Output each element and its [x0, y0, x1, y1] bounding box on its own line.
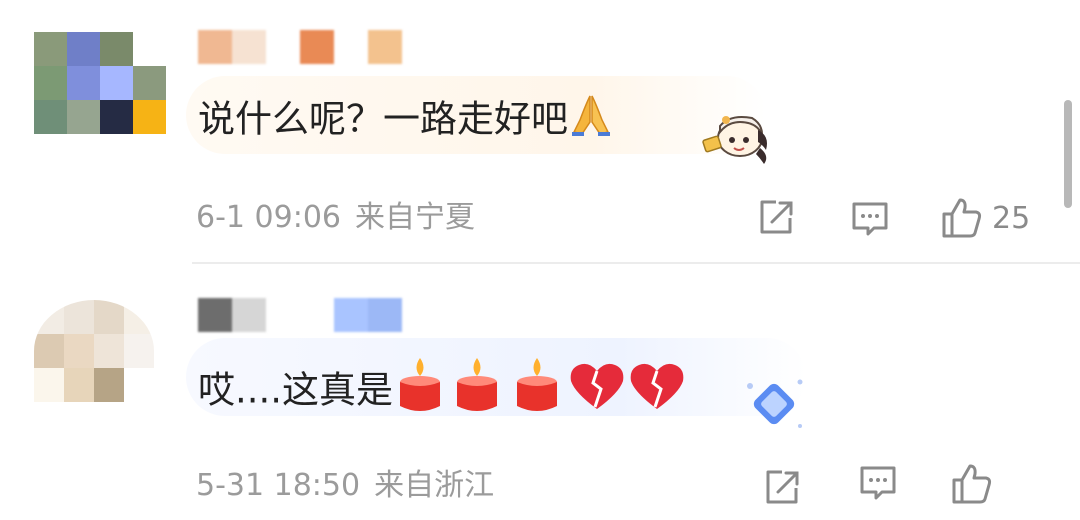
share-button[interactable] [762, 468, 802, 508]
comment-time: 6-1 09:06 [196, 200, 341, 235]
comment-location: 来自浙江 [374, 468, 495, 503]
avatar-pixel [67, 100, 100, 134]
scrollbar[interactable] [1064, 100, 1072, 208]
username-pixel [232, 298, 266, 332]
avatar-pixel [64, 368, 94, 402]
share-icon [766, 470, 799, 504]
avatar-pixel [34, 100, 67, 134]
like-button[interactable] [950, 462, 994, 506]
comment-item-1[interactable]: 说什么呢？一路走好吧 6-1 09:06 来自宁夏 25 [0, 0, 1080, 262]
reply-button[interactable] [858, 464, 898, 504]
avatar-pixel [67, 32, 100, 66]
comment-location: 来自宁夏 [355, 200, 475, 235]
username-blurred[interactable] [198, 298, 402, 332]
username-pixel [334, 298, 368, 332]
avatar-pixel [34, 300, 64, 334]
comment-icon [860, 466, 896, 500]
username-pixel [232, 30, 266, 64]
broken-heart-emoji [627, 361, 687, 423]
avatar-pixel [34, 334, 64, 368]
avatar[interactable] [34, 300, 154, 402]
avatar-pixel [133, 66, 166, 100]
avatar-pixel [64, 334, 94, 368]
reply-button[interactable] [850, 200, 890, 240]
anime-character-sticker [700, 108, 772, 174]
avatar-pixel [67, 66, 100, 100]
comment-text: 说什么呢？一路走好吧 [198, 92, 614, 150]
candle-emoji [393, 356, 447, 428]
thumbs-up-icon [952, 464, 992, 504]
avatar-pixel [34, 32, 67, 66]
avatar-pixel [124, 334, 154, 368]
avatar-pixel [133, 100, 166, 134]
comment-text-content: 说什么呢？一路走好吧 [198, 97, 568, 141]
username-pixel [266, 298, 300, 332]
comment-meta: 6-1 09:06 来自宁夏 [196, 200, 475, 236]
share-icon [760, 200, 793, 234]
avatar-pixel [34, 66, 67, 100]
avatar-pixel [100, 32, 133, 66]
username-pixel [198, 298, 232, 332]
avatar[interactable] [34, 32, 166, 134]
thumbs-up-icon [942, 198, 982, 238]
avatar-pixel [34, 368, 64, 402]
username-blurred[interactable] [198, 30, 402, 64]
avatar-pixel [100, 100, 133, 134]
avatar-pixel [64, 300, 94, 334]
candle-emoji [447, 356, 507, 428]
avatar-pixel [94, 300, 124, 334]
like-count: 25 [992, 200, 1031, 236]
avatar-pixel [94, 368, 124, 402]
comment-text: 哎....这真是 [198, 356, 687, 428]
avatar-pixel [124, 300, 154, 334]
avatar-pixel [124, 368, 154, 402]
avatar-pixel [100, 66, 133, 100]
folded-hands-emoji [568, 92, 614, 150]
comment-item-2[interactable]: 哎....这真是 5-31 18:50 来自浙江 [0, 264, 1080, 520]
username-pixel [300, 298, 334, 332]
like-button[interactable]: 25 [940, 196, 1030, 240]
broken-heart-emoji [567, 361, 627, 423]
comment-icon [852, 202, 888, 236]
comment-meta: 5-31 18:50 来自浙江 [196, 468, 494, 504]
username-pixel [198, 30, 232, 64]
username-pixel [300, 30, 334, 64]
username-pixel [368, 298, 402, 332]
diamond-badge-icon [744, 376, 806, 440]
share-button[interactable] [756, 198, 796, 238]
comment-text-content: 哎....这真是 [198, 368, 394, 412]
comment-time: 5-31 18:50 [196, 468, 361, 503]
avatar-pixel [133, 32, 166, 66]
candle-emoji [507, 356, 567, 428]
username-pixel [334, 30, 368, 64]
username-pixel [266, 30, 300, 64]
avatar-pixel [94, 334, 124, 368]
username-pixel [368, 30, 402, 64]
